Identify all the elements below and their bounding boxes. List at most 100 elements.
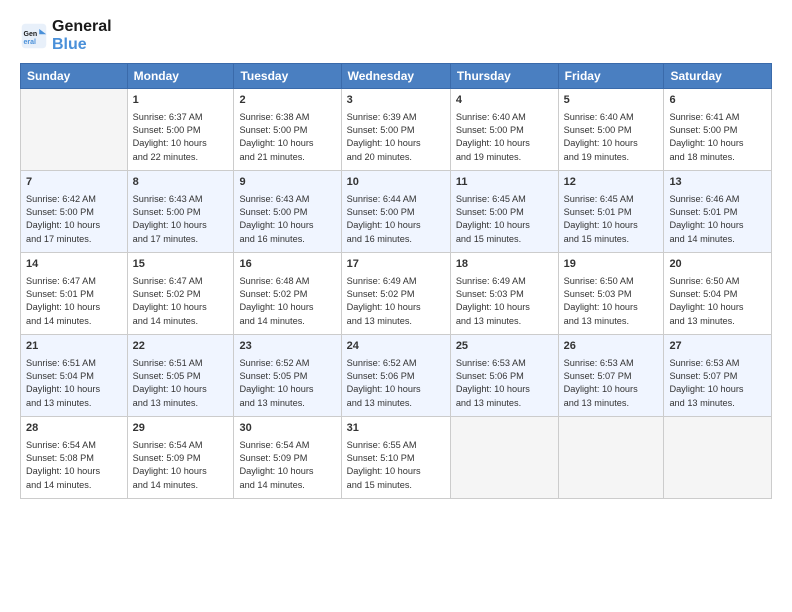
day-info: Sunrise: 6:54 AM Sunset: 5:08 PM Dayligh… [26, 439, 122, 492]
day-number: 11 [456, 175, 553, 190]
calendar-cell: 22 Sunrise: 6:51 AM Sunset: 5:05 PM Dayli… [127, 335, 234, 417]
calendar-cell [664, 417, 772, 499]
svg-text:eral: eral [24, 38, 37, 45]
day-info: Sunrise: 6:43 AM Sunset: 5:00 PM Dayligh… [239, 193, 335, 246]
day-info: Sunrise: 6:43 AM Sunset: 5:00 PM Dayligh… [133, 193, 229, 246]
calendar-cell: 17 Sunrise: 6:49 AM Sunset: 5:02 PM Dayli… [341, 253, 450, 335]
calendar-cell [558, 417, 664, 499]
calendar-week-1: 1 Sunrise: 6:37 AM Sunset: 5:00 PM Daylig… [21, 89, 772, 171]
calendar-week-5: 28 Sunrise: 6:54 AM Sunset: 5:08 PM Dayli… [21, 417, 772, 499]
day-number: 10 [347, 175, 445, 190]
calendar-cell: 23 Sunrise: 6:52 AM Sunset: 5:05 PM Dayli… [234, 335, 341, 417]
svg-text:Gen: Gen [24, 31, 38, 38]
day-info: Sunrise: 6:53 AM Sunset: 5:07 PM Dayligh… [669, 357, 766, 410]
calendar-cell: 14Sunrise: 6:47 AM Sunset: 5:01 PM Dayli… [21, 253, 128, 335]
day-info: Sunrise: 6:52 AM Sunset: 5:06 PM Dayligh… [347, 357, 445, 410]
day-info: Sunrise: 6:41 AM Sunset: 5:00 PM Dayligh… [669, 111, 766, 164]
weekday-header-tuesday: Tuesday [234, 64, 341, 89]
weekday-header-monday: Monday [127, 64, 234, 89]
calendar-cell: 26 Sunrise: 6:53 AM Sunset: 5:07 PM Dayli… [558, 335, 664, 417]
calendar-cell: 16 Sunrise: 6:48 AM Sunset: 5:02 PM Dayli… [234, 253, 341, 335]
calendar-cell [21, 89, 128, 171]
day-info: Sunrise: 6:53 AM Sunset: 5:06 PM Dayligh… [456, 357, 553, 410]
calendar-cell: 6Sunrise: 6:41 AM Sunset: 5:00 PM Daylig… [664, 89, 772, 171]
day-number: 20 [669, 257, 766, 272]
day-number: 30 [239, 421, 335, 436]
day-info: Sunrise: 6:51 AM Sunset: 5:04 PM Dayligh… [26, 357, 122, 410]
day-info: Sunrise: 6:38 AM Sunset: 5:00 PM Dayligh… [239, 111, 335, 164]
day-number: 7 [26, 175, 122, 190]
calendar-cell: 19 Sunrise: 6:50 AM Sunset: 5:03 PM Dayli… [558, 253, 664, 335]
day-number: 3 [347, 93, 445, 108]
day-number: 24 [347, 339, 445, 354]
calendar-cell: 30Sunrise: 6:54 AM Sunset: 5:09 PM Dayli… [234, 417, 341, 499]
day-number: 12 [564, 175, 659, 190]
weekday-header-sunday: Sunday [21, 64, 128, 89]
day-number: 1 [133, 93, 229, 108]
calendar-cell: 20 Sunrise: 6:50 AM Sunset: 5:04 PM Dayli… [664, 253, 772, 335]
day-info: Sunrise: 6:48 AM Sunset: 5:02 PM Dayligh… [239, 275, 335, 328]
day-number: 21 [26, 339, 122, 354]
calendar-cell: 10Sunrise: 6:44 AM Sunset: 5:00 PM Dayli… [341, 171, 450, 253]
calendar-cell [450, 417, 558, 499]
weekday-header-wednesday: Wednesday [341, 64, 450, 89]
day-number: 8 [133, 175, 229, 190]
calendar-cell: 3 Sunrise: 6:39 AM Sunset: 5:00 PM Daylig… [341, 89, 450, 171]
calendar-week-4: 21 Sunrise: 6:51 AM Sunset: 5:04 PM Dayli… [21, 335, 772, 417]
day-info: Sunrise: 6:52 AM Sunset: 5:05 PM Dayligh… [239, 357, 335, 410]
day-number: 16 [239, 257, 335, 272]
calendar-cell: 21 Sunrise: 6:51 AM Sunset: 5:04 PM Dayli… [21, 335, 128, 417]
calendar-cell: 7 Sunrise: 6:42 AM Sunset: 5:00 PM Daylig… [21, 171, 128, 253]
day-info: Sunrise: 6:53 AM Sunset: 5:07 PM Dayligh… [564, 357, 659, 410]
day-number: 28 [26, 421, 122, 436]
day-number: 23 [239, 339, 335, 354]
day-number: 14 [26, 257, 122, 272]
calendar-cell: 18Sunrise: 6:49 AM Sunset: 5:03 PM Dayli… [450, 253, 558, 335]
day-number: 17 [347, 257, 445, 272]
day-info: Sunrise: 6:51 AM Sunset: 5:05 PM Dayligh… [133, 357, 229, 410]
day-number: 15 [133, 257, 229, 272]
calendar-cell: 13Sunrise: 6:46 AM Sunset: 5:01 PM Dayli… [664, 171, 772, 253]
calendar-cell: 5 Sunrise: 6:40 AM Sunset: 5:00 PM Daylig… [558, 89, 664, 171]
weekday-header-thursday: Thursday [450, 64, 558, 89]
day-number: 27 [669, 339, 766, 354]
day-info: Sunrise: 6:40 AM Sunset: 5:00 PM Dayligh… [564, 111, 659, 164]
day-info: Sunrise: 6:47 AM Sunset: 5:02 PM Dayligh… [133, 275, 229, 328]
calendar-week-2: 7 Sunrise: 6:42 AM Sunset: 5:00 PM Daylig… [21, 171, 772, 253]
calendar-table: SundayMondayTuesdayWednesdayThursdayFrid… [20, 63, 772, 499]
day-info: Sunrise: 6:37 AM Sunset: 5:00 PM Dayligh… [133, 111, 229, 164]
day-info: Sunrise: 6:54 AM Sunset: 5:09 PM Dayligh… [133, 439, 229, 492]
logo: Gen eral General Blue [20, 18, 112, 53]
day-number: 18 [456, 257, 553, 272]
calendar-cell: 2Sunrise: 6:38 AM Sunset: 5:00 PM Daylig… [234, 89, 341, 171]
weekday-header-saturday: Saturday [664, 64, 772, 89]
day-info: Sunrise: 6:50 AM Sunset: 5:03 PM Dayligh… [564, 275, 659, 328]
calendar-cell: 15 Sunrise: 6:47 AM Sunset: 5:02 PM Dayli… [127, 253, 234, 335]
day-info: Sunrise: 6:40 AM Sunset: 5:00 PM Dayligh… [456, 111, 553, 164]
day-number: 22 [133, 339, 229, 354]
day-number: 9 [239, 175, 335, 190]
calendar-cell: 27 Sunrise: 6:53 AM Sunset: 5:07 PM Dayli… [664, 335, 772, 417]
day-info: Sunrise: 6:39 AM Sunset: 5:00 PM Dayligh… [347, 111, 445, 164]
day-info: Sunrise: 6:42 AM Sunset: 5:00 PM Dayligh… [26, 193, 122, 246]
day-info: Sunrise: 6:46 AM Sunset: 5:01 PM Dayligh… [669, 193, 766, 246]
day-number: 19 [564, 257, 659, 272]
calendar-cell: 11 Sunrise: 6:45 AM Sunset: 5:00 PM Dayli… [450, 171, 558, 253]
day-number: 4 [456, 93, 553, 108]
day-info: Sunrise: 6:49 AM Sunset: 5:02 PM Dayligh… [347, 275, 445, 328]
logo-icon: Gen eral [20, 22, 48, 50]
day-info: Sunrise: 6:50 AM Sunset: 5:04 PM Dayligh… [669, 275, 766, 328]
day-number: 26 [564, 339, 659, 354]
day-number: 25 [456, 339, 553, 354]
calendar-cell: 8 Sunrise: 6:43 AM Sunset: 5:00 PM Daylig… [127, 171, 234, 253]
day-info: Sunrise: 6:55 AM Sunset: 5:10 PM Dayligh… [347, 439, 445, 492]
day-number: 29 [133, 421, 229, 436]
day-info: Sunrise: 6:45 AM Sunset: 5:01 PM Dayligh… [564, 193, 659, 246]
day-info: Sunrise: 6:45 AM Sunset: 5:00 PM Dayligh… [456, 193, 553, 246]
day-number: 31 [347, 421, 445, 436]
page: Gen eral General Blue SundayMondayTuesda… [0, 0, 792, 612]
calendar-cell: 9 Sunrise: 6:43 AM Sunset: 5:00 PM Daylig… [234, 171, 341, 253]
day-number: 5 [564, 93, 659, 108]
calendar-cell: 24 Sunrise: 6:52 AM Sunset: 5:06 PM Dayli… [341, 335, 450, 417]
calendar-cell: 29 Sunrise: 6:54 AM Sunset: 5:09 PM Dayli… [127, 417, 234, 499]
